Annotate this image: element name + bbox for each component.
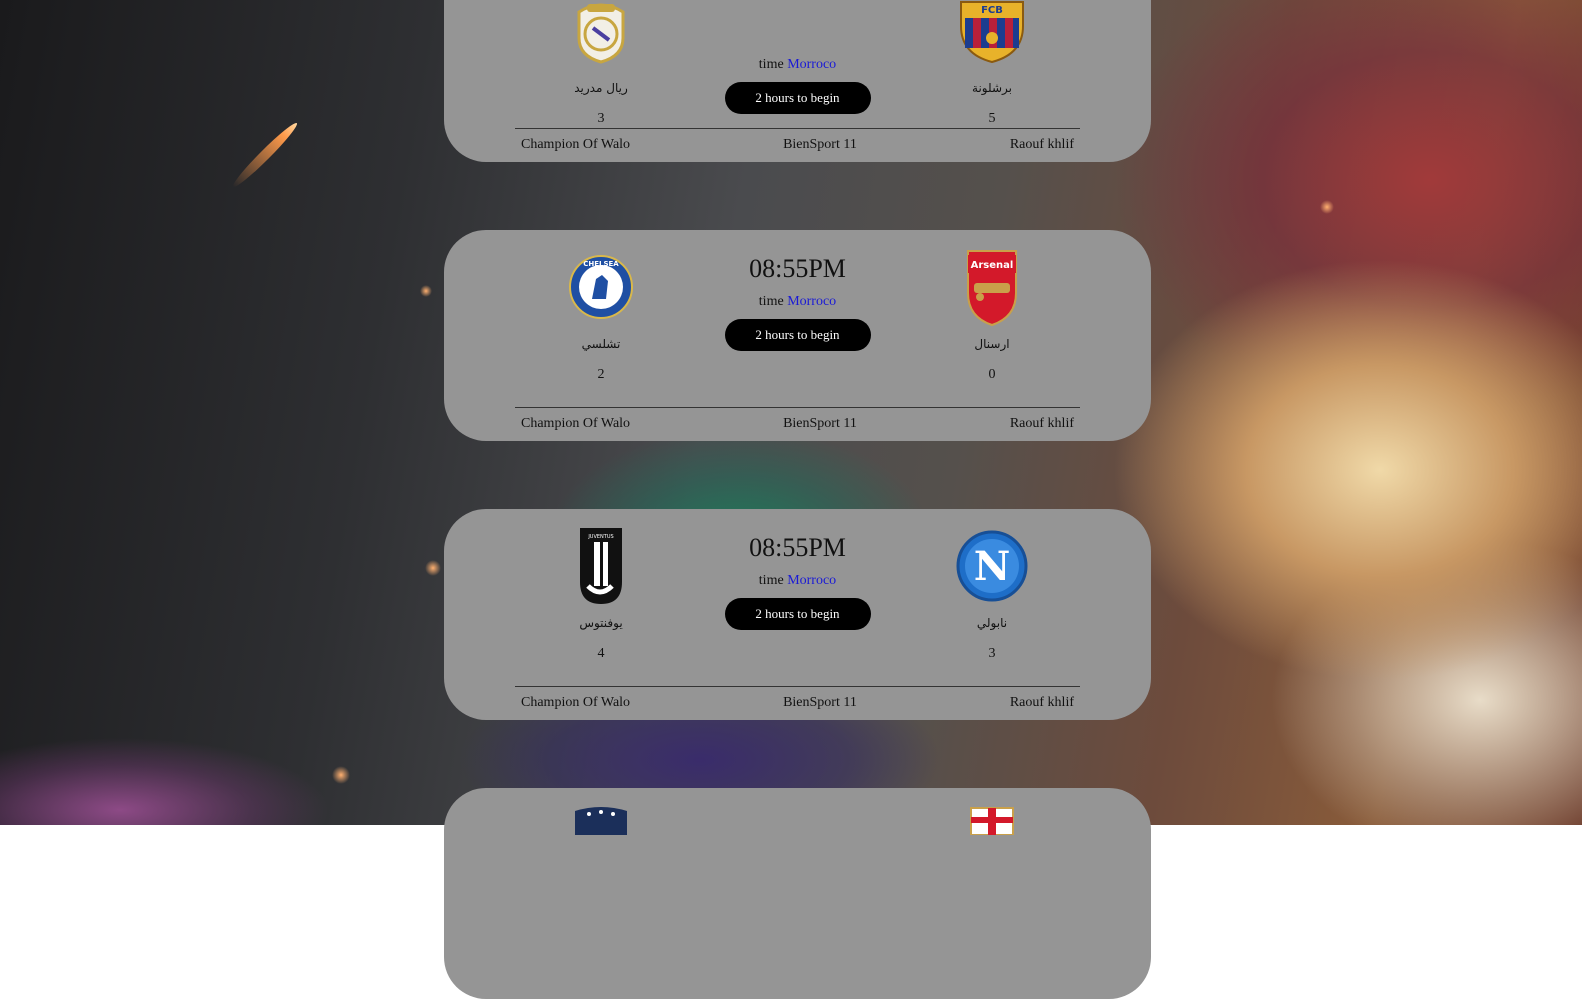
footer-league: Champion Of Walo: [521, 416, 631, 431]
away-team: [922, 805, 1062, 885]
card-divider: [515, 686, 1080, 687]
psg-logo: [565, 805, 637, 885]
napoli-logo-text: N: [974, 543, 1011, 590]
card-footer: Champion Of Walo BienSport 11 Raouf khli…: [515, 416, 1080, 432]
spark: [425, 560, 441, 576]
kickoff-time: [724, 17, 871, 49]
juventus-logo: JUVENTUS: [565, 526, 637, 606]
footer-commentator: Raouf khlif: [1009, 695, 1074, 710]
away-team-score: 5: [988, 111, 996, 126]
home-team-name: تشلسي: [581, 337, 621, 351]
timezone-link[interactable]: Morroco: [787, 573, 836, 588]
timezone-label: time: [758, 57, 784, 72]
chelsea-logo: CHELSEA: [565, 247, 637, 327]
arsenal-logo-text: Arsenal: [971, 260, 1014, 271]
timezone-link[interactable]: Morroco: [787, 294, 836, 309]
card-footer: Champion Of Walo BienSport 11 Raouf khli…: [515, 695, 1080, 711]
footer-commentator: Raouf khlif: [1009, 137, 1074, 152]
napoli-logo: N: [956, 526, 1028, 606]
footer-channel: BienSport 11: [783, 416, 857, 431]
arsenal-logo: Arsenal: [956, 247, 1028, 327]
juventus-logo-text: JUVENTUS: [587, 534, 613, 540]
countdown-button[interactable]: 2 hours to begin: [724, 598, 871, 630]
match-center: time Morroco 2 hours to begin: [724, 0, 871, 114]
match-center: 08:55PM time Morroco 2 hours to begin: [724, 230, 871, 351]
timezone-link[interactable]: Morroco: [787, 57, 836, 72]
footer-league: Champion Of Walo: [521, 137, 631, 152]
timezone: time Morroco: [724, 294, 871, 310]
away-team: Arsenal ارسنال 0: [922, 247, 1062, 383]
england-logo: [956, 805, 1028, 885]
away-team-score: 0: [988, 367, 996, 382]
timezone-label: time: [758, 294, 784, 309]
home-team: ريال مدريد 3: [531, 0, 671, 127]
countdown-button[interactable]: 2 hours to begin: [724, 82, 871, 114]
kickoff-time: 08:55PM: [749, 533, 846, 562]
footer-channel: BienSport 11: [783, 695, 857, 710]
home-team-name: يوفنتوس: [579, 616, 623, 630]
away-team-name: ارسنال: [974, 337, 1010, 351]
home-team-name: ريال مدريد: [574, 81, 628, 95]
timezone: time Morroco: [724, 573, 871, 589]
spark: [1320, 200, 1334, 214]
card-footer: Champion Of Walo BienSport 11 Raouf khli…: [515, 137, 1080, 153]
footer-channel: BienSport 11: [783, 137, 857, 152]
home-team-score: 3: [597, 111, 605, 126]
away-team-score: 3: [988, 646, 996, 661]
timezone: time Morroco: [724, 57, 871, 73]
home-team: JUVENTUS يوفنتوس 4: [531, 526, 671, 662]
real-madrid-logo: [565, 0, 637, 71]
away-team-name: برشلونة: [972, 81, 1012, 95]
spark: [420, 285, 432, 297]
spark-streak: [229, 119, 301, 191]
countdown-button[interactable]: 2 hours to begin: [724, 319, 871, 351]
home-team-score: 2: [597, 367, 605, 382]
away-team-name: نابولي: [976, 616, 1008, 630]
barcelona-logo: FCB: [956, 0, 1028, 71]
match-card: ريال مدريد 3 time Morroco 2 hours to beg…: [444, 0, 1151, 162]
footer-commentator: Raouf khlif: [1009, 416, 1074, 431]
card-divider: [515, 128, 1080, 129]
match-card: CHELSEA تشلسي 2 08:55PM time Morroco 2 h…: [444, 230, 1151, 441]
timezone-label: time: [758, 573, 784, 588]
home-team: [531, 805, 671, 885]
card-divider: [515, 407, 1080, 408]
chelsea-logo-text: CHELSEA: [583, 260, 619, 268]
match-card: JUVENTUS يوفنتوس 4 08:55PM time Morroco …: [444, 509, 1151, 720]
footer-league: Champion Of Walo: [521, 695, 631, 710]
away-team: FCB برشلونة 5: [922, 0, 1062, 127]
match-center: 08:55PM time Morroco 2 hours to begin: [724, 509, 871, 630]
match-card: [444, 788, 1151, 999]
barcelona-logo-text: FCB: [981, 5, 1003, 16]
spark: [332, 766, 350, 784]
home-team: CHELSEA تشلسي 2: [531, 247, 671, 383]
kickoff-time: 08:55PM: [749, 254, 846, 283]
home-team-score: 4: [597, 646, 605, 661]
away-team: N نابولي 3: [922, 526, 1062, 662]
